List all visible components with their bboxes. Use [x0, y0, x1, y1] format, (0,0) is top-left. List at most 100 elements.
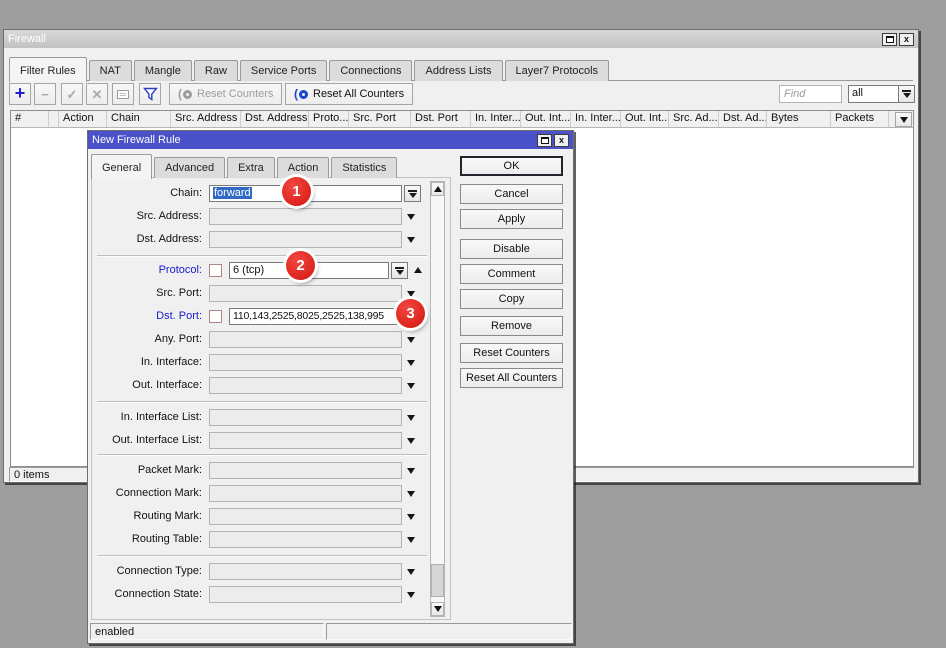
column-chooser-button[interactable] [895, 112, 912, 127]
comment-button-dialog[interactable]: Comment [460, 264, 563, 284]
rule-status-secondary [326, 623, 572, 640]
add-rule-button[interactable]: + [9, 83, 31, 105]
ok-button[interactable]: OK [460, 156, 563, 176]
firewall-titlebar[interactable]: Firewall x [4, 30, 918, 48]
col-dst-address-list[interactable]: Dst. Ad... [719, 111, 767, 127]
find-input[interactable] [779, 85, 842, 103]
dialog-titlebar[interactable]: New Firewall Rule x [88, 131, 573, 149]
tab-address-lists[interactable]: Address Lists [414, 60, 502, 81]
col-action[interactable]: Action [59, 111, 107, 127]
routing-table-input[interactable] [209, 531, 402, 548]
any-port-input[interactable] [209, 331, 402, 348]
connection-state-input[interactable] [209, 586, 402, 603]
reset-all-counters-button[interactable]: ( Reset All Counters [285, 83, 413, 105]
disable-rule-button[interactable]: ✕ [86, 83, 108, 105]
dialog-maximize-button[interactable] [537, 134, 552, 147]
filter-scope-combo[interactable]: all [848, 85, 899, 103]
col-out-interface-list[interactable]: Out. Int... [621, 111, 669, 127]
routing-table-expand-icon[interactable] [407, 537, 415, 543]
close-button[interactable]: x [899, 33, 914, 46]
tab-layer7-protocols[interactable]: Layer7 Protocols [505, 60, 610, 81]
dst-port-negate-checkbox[interactable] [209, 310, 222, 323]
remove-rule-button[interactable]: − [34, 83, 56, 105]
tab-general[interactable]: General [91, 154, 152, 179]
connection-type-input[interactable] [209, 563, 402, 580]
protocol-value: 6 (tcp) [233, 264, 264, 276]
packet-mark-expand-icon[interactable] [407, 468, 415, 474]
dst-port-input[interactable]: 110,143,2525,8025,2525,138,995 [229, 308, 402, 325]
reset-all-counters-button-dialog[interactable]: Reset All Counters [460, 368, 563, 388]
tab-extra[interactable]: Extra [227, 157, 275, 178]
protocol-negate-checkbox[interactable] [209, 264, 222, 277]
connection-state-expand-icon[interactable] [407, 592, 415, 598]
col-src-port[interactable]: Src. Port [349, 111, 411, 127]
col-dst-port[interactable]: Dst. Port [411, 111, 471, 127]
out-interface-list-input[interactable] [209, 432, 402, 449]
tab-advanced[interactable]: Advanced [154, 157, 225, 178]
tab-mangle[interactable]: Mangle [134, 60, 192, 81]
chain-dropdown-button[interactable] [404, 185, 421, 202]
tab-filter-rules[interactable]: Filter Rules [9, 57, 87, 82]
routing-mark-expand-icon[interactable] [407, 514, 415, 520]
src-port-expand-icon[interactable] [407, 291, 415, 297]
scroll-up-button[interactable] [431, 182, 444, 196]
scrollbar-thumb[interactable] [431, 564, 444, 597]
src-address-expand-icon[interactable] [407, 214, 415, 220]
tab-statistics[interactable]: Statistics [331, 157, 397, 178]
out-interface-list-expand-icon[interactable] [407, 438, 415, 444]
scroll-down-button[interactable] [431, 602, 444, 616]
col-src-address[interactable]: Src. Address [171, 111, 241, 127]
packet-mark-input[interactable] [209, 462, 402, 479]
out-interface-list-label: Out. Interface List: [92, 432, 202, 449]
src-address-input[interactable] [209, 208, 402, 225]
col-packets[interactable]: Packets [831, 111, 889, 127]
col-flags[interactable] [49, 111, 59, 127]
reset-counters-button[interactable]: ( Reset Counters [169, 83, 282, 105]
comment-button[interactable] [112, 83, 134, 105]
col-chain[interactable]: Chain [107, 111, 171, 127]
col-in-interface[interactable]: In. Inter... [471, 111, 521, 127]
dialog-close-button[interactable]: x [554, 134, 569, 147]
in-interface-expand-icon[interactable] [407, 360, 415, 366]
in-interface-input[interactable] [209, 354, 402, 371]
dst-address-expand-icon[interactable] [407, 237, 415, 243]
routing-mark-input[interactable] [209, 508, 402, 525]
in-interface-list-expand-icon[interactable] [407, 415, 415, 421]
disable-button[interactable]: Disable [460, 239, 563, 259]
copy-button[interactable]: Copy [460, 289, 563, 309]
col-out-interface[interactable]: Out. Int... [521, 111, 571, 127]
out-interface-input[interactable] [209, 377, 402, 394]
minus-icon: − [41, 88, 49, 101]
protocol-collapse-icon[interactable] [414, 267, 422, 273]
col-dst-address[interactable]: Dst. Address [241, 111, 309, 127]
tab-raw[interactable]: Raw [194, 60, 238, 81]
dst-address-input[interactable] [209, 231, 402, 248]
col-src-address-list[interactable]: Src. Ad... [669, 111, 719, 127]
in-interface-list-input[interactable] [209, 409, 402, 426]
filter-button[interactable] [139, 83, 161, 105]
apply-button[interactable]: Apply [460, 209, 563, 229]
col-protocol[interactable]: Proto... [309, 111, 349, 127]
tab-nat[interactable]: NAT [89, 60, 132, 81]
filter-scope-dropdown-button[interactable] [898, 85, 915, 103]
col-number[interactable]: # [11, 111, 49, 127]
remove-button[interactable]: Remove [460, 316, 563, 336]
protocol-dropdown-button[interactable] [391, 262, 408, 279]
connection-mark-expand-icon[interactable] [407, 491, 415, 497]
tab-service-ports[interactable]: Service Ports [240, 60, 327, 81]
connection-mark-input[interactable] [209, 485, 402, 502]
any-port-expand-icon[interactable] [407, 337, 415, 343]
out-interface-expand-icon[interactable] [407, 383, 415, 389]
col-in-interface-list[interactable]: In. Inter... [571, 111, 621, 127]
tab-action[interactable]: Action [277, 157, 330, 178]
maximize-button[interactable] [882, 33, 897, 46]
cancel-button[interactable]: Cancel [460, 184, 563, 204]
connection-type-expand-icon[interactable] [407, 569, 415, 575]
general-tab-panel: Chain: forward Src. Address: Dst. Addres… [91, 177, 451, 620]
col-bytes[interactable]: Bytes [767, 111, 831, 127]
fields-scrollbar[interactable] [430, 181, 445, 617]
enable-rule-button[interactable]: ✓ [61, 83, 83, 105]
reset-counters-button-dialog[interactable]: Reset Counters [460, 343, 563, 363]
src-port-input[interactable] [209, 285, 402, 302]
tab-connections[interactable]: Connections [329, 60, 412, 81]
